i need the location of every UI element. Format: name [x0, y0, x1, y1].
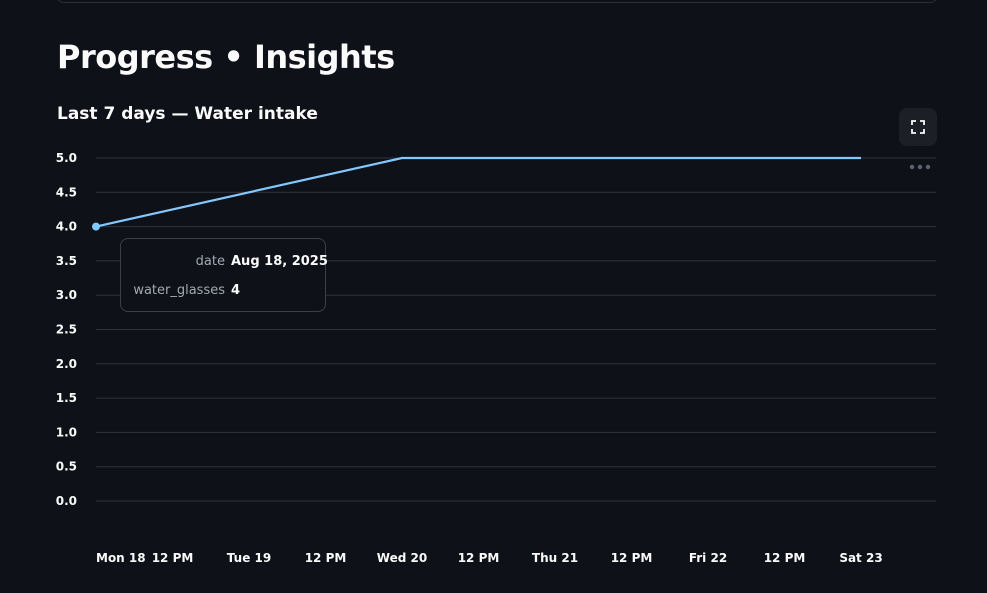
x-tick-label: Thu 21 — [532, 551, 578, 565]
y-tick-label: 1.0 — [56, 425, 77, 439]
y-tick-label: 0.5 — [56, 460, 77, 474]
y-tick-label: 4.0 — [56, 220, 77, 234]
tooltip-date-key: date — [195, 254, 225, 269]
hover-tooltip: date Aug 18, 2025 water_glasses 4 — [120, 238, 328, 312]
x-tick-label: 12 PM — [764, 551, 806, 565]
y-axis-ticks: 0.0 0.5 1.0 1.5 2.0 2.5 3.0 3.5 4.0 4.5 5.0 — [56, 151, 77, 508]
x-tick-label: 12 PM — [305, 551, 347, 565]
y-tick-label: 2.5 — [56, 323, 77, 337]
y-tick-label: 3.5 — [56, 254, 77, 268]
series-layer — [92, 156, 861, 231]
x-tick-label: Wed 20 — [377, 551, 427, 565]
tooltip-value-key: water_glasses — [133, 283, 225, 298]
tooltip-date-value: Aug 18, 2025 — [231, 254, 328, 269]
y-tick-label: 4.5 — [56, 185, 77, 199]
y-tick-label: 0.0 — [56, 494, 77, 508]
x-tick-label: Mon 18 — [96, 551, 146, 565]
grid-lines — [96, 157, 936, 502]
y-tick-label: 2.0 — [56, 357, 77, 371]
x-tick-label: 12 PM — [458, 551, 500, 565]
x-tick-label: Sat 23 — [839, 551, 882, 565]
x-tick-label: 12 PM — [152, 551, 194, 565]
y-tick-label: 3.0 — [56, 288, 77, 302]
highlighted-point[interactable] — [92, 222, 100, 231]
y-tick-label: 1.5 — [56, 391, 77, 405]
y-tick-label: 5.0 — [56, 151, 77, 165]
tooltip-value-value: 4 — [231, 283, 241, 298]
x-tick-label: 12 PM — [611, 551, 653, 565]
x-axis-ticks: Mon 18 12 PM Tue 19 12 PM Wed 20 12 PM Thu 21 1… — [96, 551, 883, 565]
x-tick-label: Tue 19 — [227, 551, 271, 565]
x-tick-label: Fri 22 — [689, 551, 727, 565]
